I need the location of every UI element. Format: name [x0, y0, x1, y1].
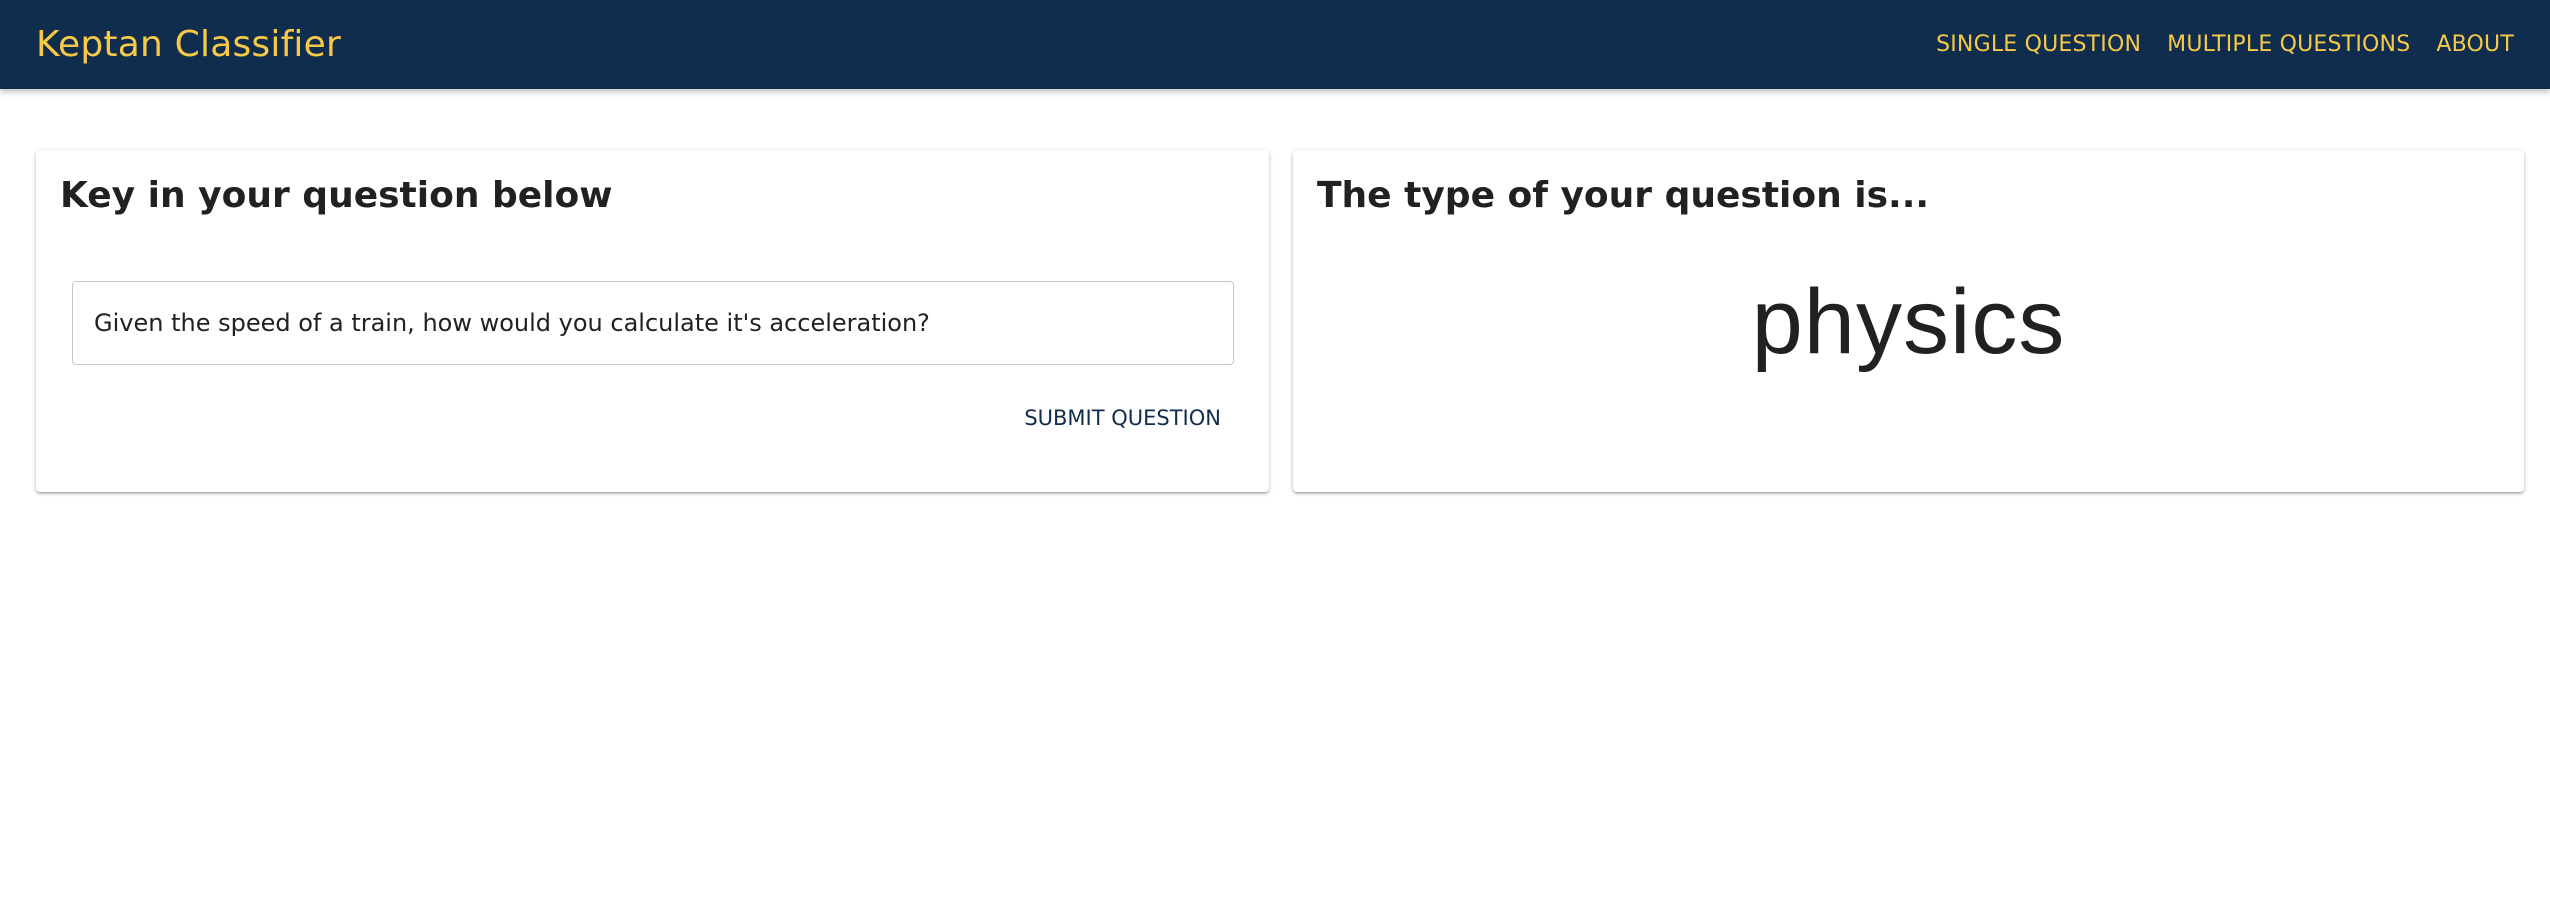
question-card-title: Key in your question below: [60, 175, 613, 216]
nav-single-question[interactable]: SINGLE QUESTION: [1936, 32, 2141, 57]
classification-result: physics: [1751, 271, 2066, 373]
app-title[interactable]: Keptan Classifier: [36, 24, 341, 65]
result-card: The type of your question is... physics: [1293, 150, 2524, 492]
top-navbar: Keptan Classifier SINGLE QUESTION MULTIP…: [0, 0, 2550, 89]
submit-question-button[interactable]: SUBMIT QUESTION: [1010, 398, 1235, 438]
question-card: Key in your question below SUBMIT QUESTI…: [36, 150, 1269, 492]
result-card-title: The type of your question is...: [1317, 175, 1930, 216]
nav-about[interactable]: ABOUT: [2436, 32, 2514, 57]
nav-multiple-questions[interactable]: MULTIPLE QUESTIONS: [2167, 32, 2410, 57]
question-input[interactable]: [72, 281, 1234, 365]
nav-links: SINGLE QUESTION MULTIPLE QUESTIONS ABOUT: [1936, 32, 2514, 57]
